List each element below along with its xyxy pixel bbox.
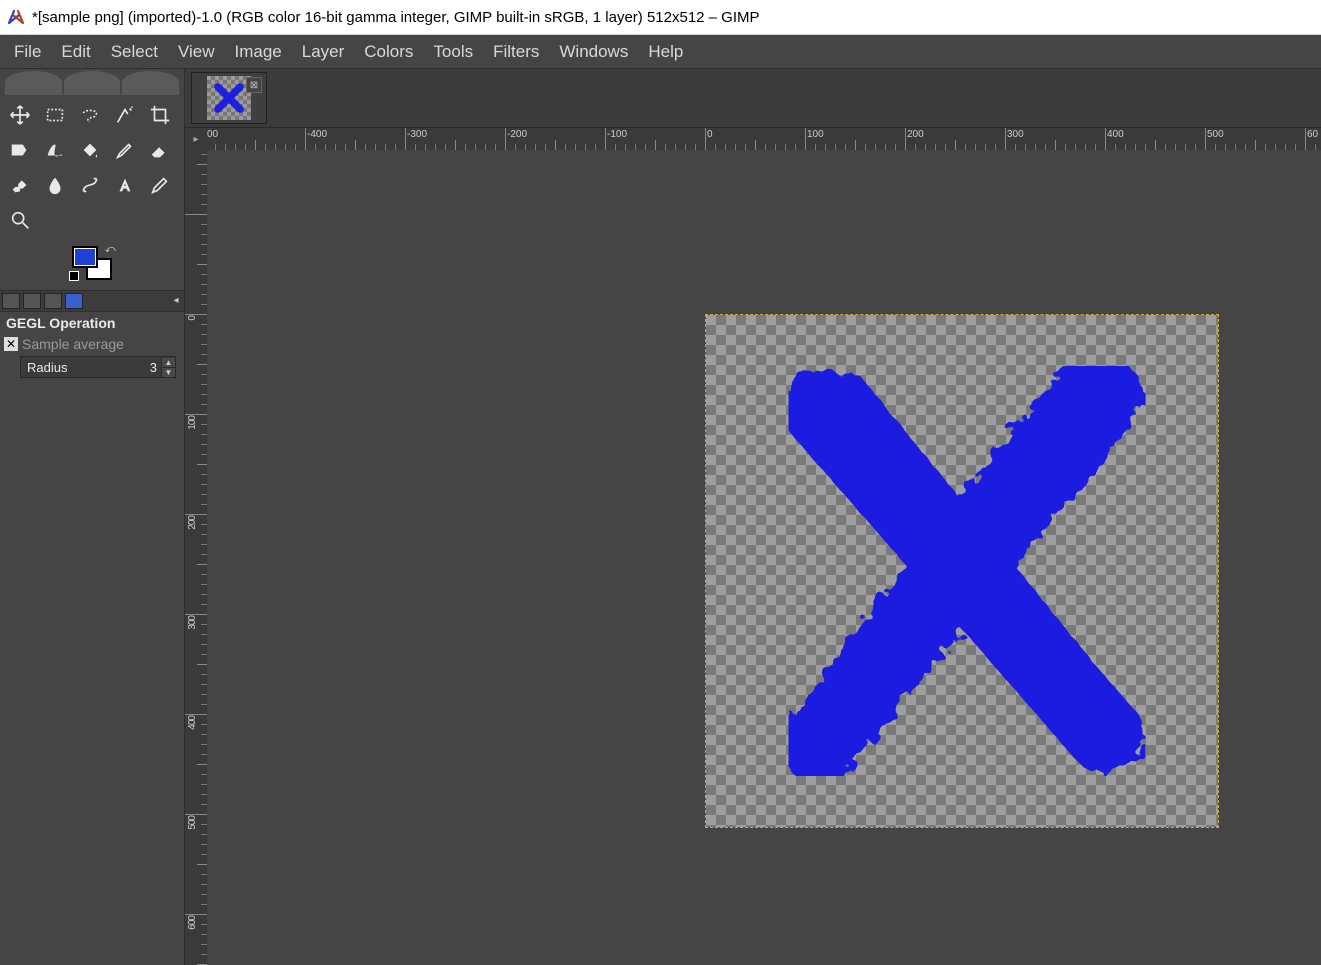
radius-value: 3 xyxy=(146,360,161,375)
tool-options-tabs: ◂ xyxy=(0,290,184,312)
toolbox-header-decoration xyxy=(4,71,180,95)
warp-tool[interactable] xyxy=(39,134,71,166)
menu-tools[interactable]: Tools xyxy=(423,38,483,66)
horizontal-ruler[interactable]: 00-400-300-200-100010020030040050060 xyxy=(207,128,1321,151)
swap-colors-icon[interactable]: ⤺ xyxy=(105,244,115,254)
menu-windows[interactable]: Windows xyxy=(549,38,638,66)
eraser-tool[interactable] xyxy=(144,134,176,166)
default-colors-icon[interactable] xyxy=(69,271,79,281)
menu-image[interactable]: Image xyxy=(225,38,292,66)
radius-spinner[interactable]: ▲▼ xyxy=(161,358,175,377)
canvas-panel: ⊠ ▸ 00-400-300-200-100010020030040050060… xyxy=(185,69,1321,965)
thumbnail-artwork xyxy=(213,82,245,114)
main-area: ⤺ ◂ GEGL Operation ✕ Sample average Radi… xyxy=(0,69,1321,965)
tool-options-tab-3[interactable] xyxy=(44,293,62,309)
tool-options-header: GEGL Operation xyxy=(0,312,184,334)
color-picker-tool[interactable] xyxy=(144,169,176,201)
sample-average-label: Sample average xyxy=(22,336,124,352)
menu-filters[interactable]: Filters xyxy=(483,38,549,66)
menu-colors[interactable]: Colors xyxy=(354,38,423,66)
transparency-checker xyxy=(706,315,1218,827)
image-artwork xyxy=(757,366,1167,776)
image-tab-thumbnail xyxy=(207,76,251,120)
titlebar: *[sample png] (imported)-1.0 (RGB color … xyxy=(0,0,1321,35)
bucket-fill-tool[interactable] xyxy=(74,134,106,166)
rectangle-select-tool[interactable] xyxy=(39,99,71,131)
zoom-tool[interactable] xyxy=(4,204,36,236)
paintbrush-tool[interactable] xyxy=(109,134,141,166)
canvas-viewport[interactable] xyxy=(207,150,1321,965)
toolbox: ⤺ xyxy=(0,69,184,290)
paths-tool[interactable] xyxy=(74,169,106,201)
tool-options-tab-2[interactable] xyxy=(23,293,41,309)
menu-help[interactable]: Help xyxy=(638,38,693,66)
clone-tool[interactable] xyxy=(4,169,36,201)
radius-field[interactable]: Radius 3 ▲▼ xyxy=(20,356,176,378)
menu-edit[interactable]: Edit xyxy=(51,38,100,66)
foreground-color-swatch[interactable] xyxy=(72,246,98,268)
window-title: *[sample png] (imported)-1.0 (RGB color … xyxy=(32,9,760,26)
tool-options-tab-4[interactable] xyxy=(65,293,83,309)
tool-grid xyxy=(4,99,180,236)
gimp-app-icon xyxy=(6,7,26,27)
free-select-tool[interactable] xyxy=(74,99,106,131)
canvas-area: ▸ 00-400-300-200-100010020030040050060 0… xyxy=(185,128,1321,965)
image-tabs: ⊠ xyxy=(185,69,1321,128)
vertical-ruler[interactable]: 0100200300400500600 xyxy=(185,150,208,965)
menu-select[interactable]: Select xyxy=(101,38,168,66)
image-tab-close-icon[interactable]: ⊠ xyxy=(246,77,262,93)
menubar: File Edit Select View Image Layer Colors… xyxy=(0,35,1321,69)
color-swatches: ⤺ xyxy=(72,246,112,280)
image-canvas[interactable] xyxy=(705,314,1219,828)
image-tab-sample-png[interactable]: ⊠ xyxy=(191,72,267,124)
tool-options-menu-icon[interactable]: ◂ xyxy=(170,295,182,307)
menu-file[interactable]: File xyxy=(4,38,51,66)
crop-tool[interactable] xyxy=(144,99,176,131)
radius-label: Radius xyxy=(21,360,146,375)
menu-view[interactable]: View xyxy=(168,38,225,66)
rotate-tool[interactable] xyxy=(4,134,36,166)
fuzzy-select-tool[interactable] xyxy=(109,99,141,131)
sample-average-checkbox[interactable]: ✕ xyxy=(4,337,18,351)
ruler-origin-corner[interactable]: ▸ xyxy=(185,128,208,151)
tool-options-tab-1[interactable] xyxy=(2,293,20,309)
text-tool[interactable] xyxy=(109,169,141,201)
left-panel: ⤺ ◂ GEGL Operation ✕ Sample average Radi… xyxy=(0,69,185,965)
menu-layer[interactable]: Layer xyxy=(292,38,355,66)
smudge-tool[interactable] xyxy=(39,169,71,201)
sample-average-row[interactable]: ✕ Sample average xyxy=(0,334,184,354)
move-tool[interactable] xyxy=(4,99,36,131)
